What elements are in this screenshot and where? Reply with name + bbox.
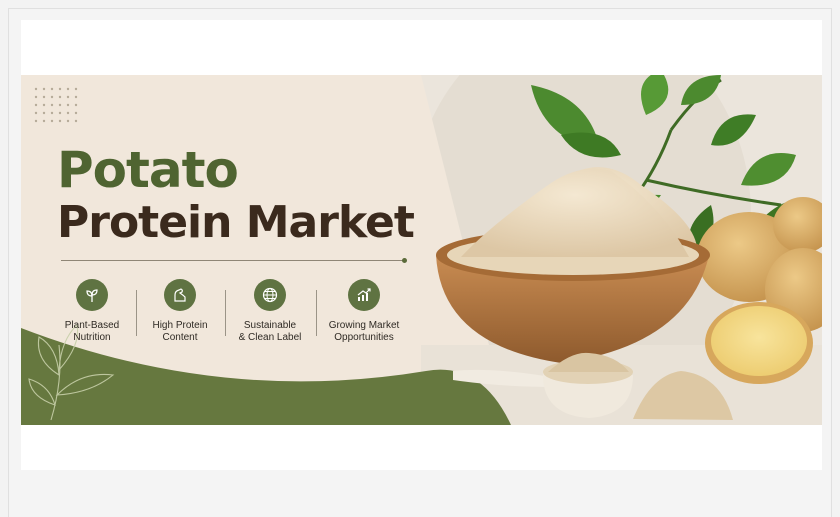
potatoes xyxy=(697,197,822,384)
feature-label-line2: Opportunities xyxy=(334,332,394,343)
feature-high-protein: High Protein Content xyxy=(135,279,225,344)
hero-banner: Potato Protein Market Plant-Based Nutrit… xyxy=(21,75,822,425)
feature-label-line2: Nutrition xyxy=(73,332,111,343)
feature-growing-market: Growing Market Opportunities xyxy=(319,279,409,344)
title-potato: Potato xyxy=(57,141,239,199)
divider-dot xyxy=(402,258,407,263)
feature-plant-based: Plant-Based Nutrition xyxy=(47,279,137,344)
feature-label-line1: Sustainable xyxy=(243,320,297,331)
feature-sustainable: Sustainable & Clean Label xyxy=(225,279,315,344)
leaf-icon xyxy=(76,279,108,311)
growth-chart-icon xyxy=(348,279,380,311)
feature-label-line1: High Protein xyxy=(152,320,208,331)
feature-separator xyxy=(316,290,317,336)
feature-label-line1: Growing Market xyxy=(328,320,400,331)
flexed-arm-icon xyxy=(164,279,196,311)
banner-artwork xyxy=(21,75,822,425)
globe-icon xyxy=(254,279,286,311)
feature-label-line2: Content xyxy=(162,332,198,343)
title-divider xyxy=(61,260,405,261)
title-protein-market: Protein Market xyxy=(57,197,415,248)
feature-label-line1: Plant-Based xyxy=(64,320,120,331)
feature-label-line2: & Clean Label xyxy=(238,332,302,343)
